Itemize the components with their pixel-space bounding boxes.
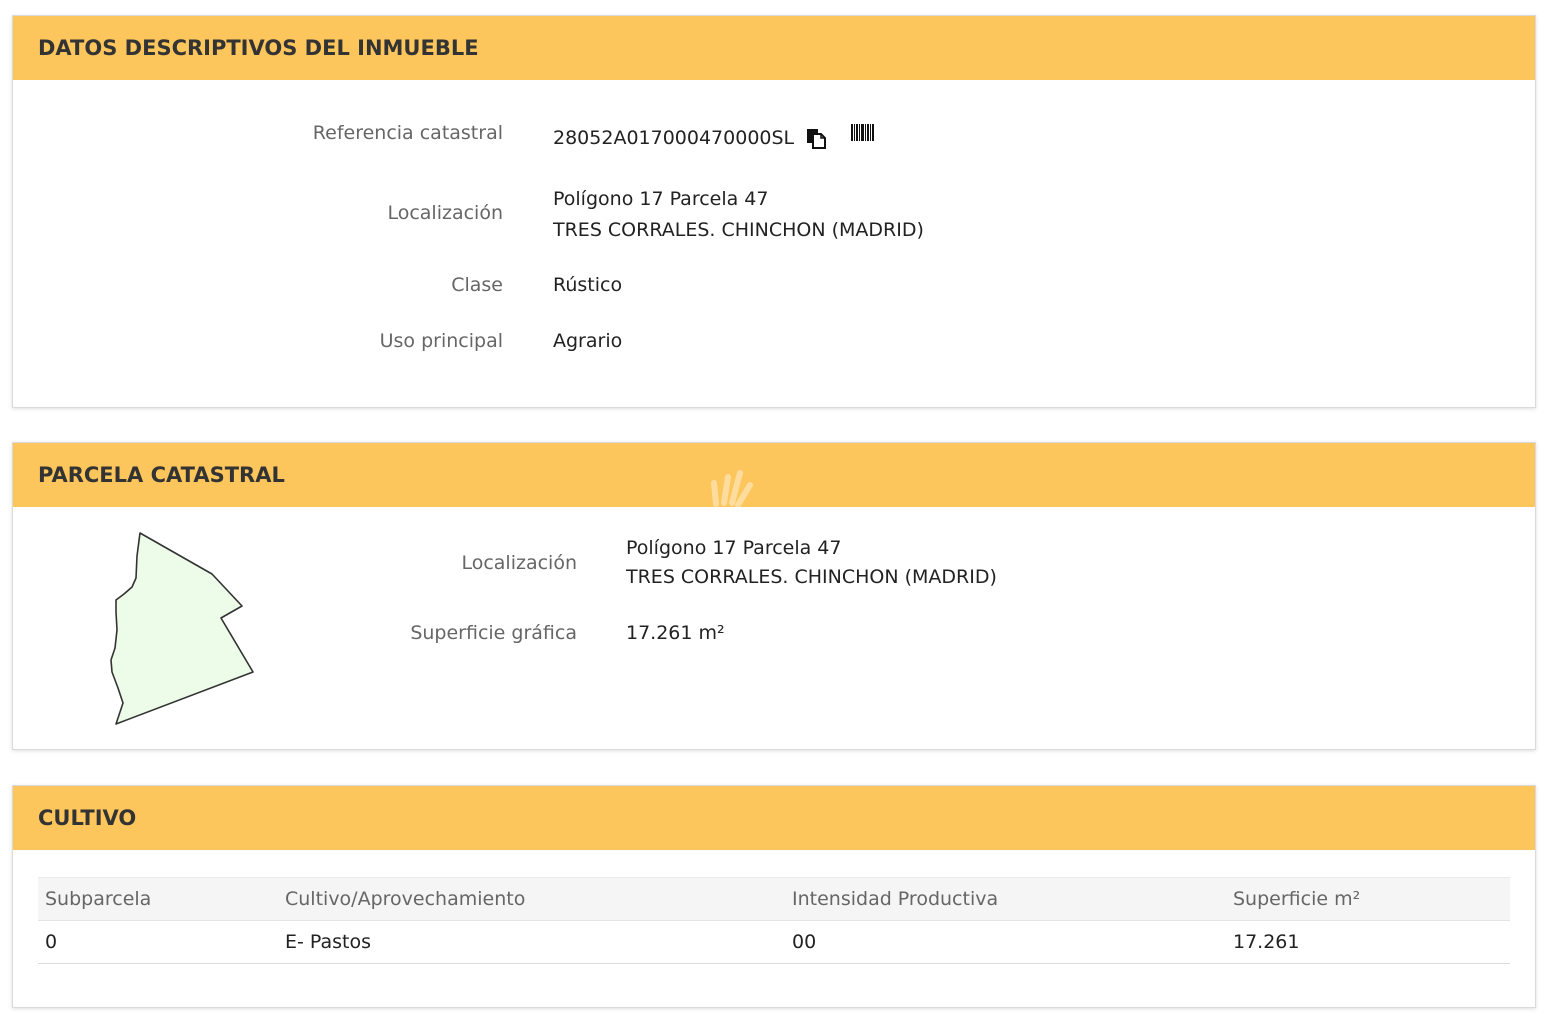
clase-label: Clase — [451, 274, 503, 296]
hand-watermark-icon — [706, 466, 754, 508]
parcela-localizacion-label: Localización — [461, 552, 577, 574]
barcode-icon[interactable] — [851, 124, 874, 141]
uso-principal-value: Agrario — [553, 330, 623, 352]
panel-parcela-catastral: PARCELA CATASTRAL Localización Polígono … — [12, 442, 1536, 750]
column-header-superficie: Superficie m² — [1226, 877, 1510, 921]
table-row: 0 E- Pastos 00 17.261 — [38, 920, 1510, 964]
localizacion-line-1: Polígono 17 Parcela 47 — [553, 188, 769, 210]
parcela-localizacion-value: Polígono 17 Parcela 47 TRES CORRALES. CH… — [626, 534, 997, 592]
clase-value: Rústico — [553, 274, 623, 296]
referencia-catastral-label: Referencia catastral — [312, 122, 503, 144]
parcela-localizacion-line-1: Polígono 17 Parcela 47 — [626, 537, 842, 559]
column-header-subparcela: Subparcela — [38, 877, 278, 921]
superficie-grafica-value: 17.261 m² — [626, 622, 725, 644]
cultivo-table: Subparcela Cultivo/Aprovechamiento Inten… — [38, 877, 1510, 964]
panel-datos-descriptivos: DATOS DESCRIPTIVOS DEL INMUEBLE Referenc… — [12, 15, 1536, 408]
panel-header: PARCELA CATASTRAL — [13, 443, 1535, 508]
cell-superficie: 17.261 — [1226, 920, 1510, 964]
uso-principal-label: Uso principal — [379, 330, 503, 352]
cell-cultivo: E- Pastos — [278, 920, 785, 964]
parcela-localizacion-line-2: TRES CORRALES. CHINCHON (MADRID) — [626, 566, 997, 588]
panel-cultivo: CULTIVO Subparcela Cultivo/Aprovechamien… — [12, 785, 1536, 1008]
localizacion-value: Polígono 17 Parcela 47 TRES CORRALES. CH… — [553, 184, 924, 246]
panel-header: CULTIVO — [13, 786, 1535, 850]
panel-header: DATOS DESCRIPTIVOS DEL INMUEBLE — [13, 16, 1535, 80]
referencia-catastral-value: 28052A017000470000SL — [553, 127, 795, 149]
panel-title: DATOS DESCRIPTIVOS DEL INMUEBLE — [38, 36, 479, 60]
copy-icon[interactable] — [806, 128, 826, 149]
cell-subparcela: 0 — [38, 920, 278, 964]
column-header-cultivo: Cultivo/Aprovechamiento — [278, 877, 785, 921]
localizacion-label: Localización — [387, 202, 503, 224]
table-header-row: Subparcela Cultivo/Aprovechamiento Inten… — [38, 877, 1510, 921]
column-header-intensidad: Intensidad Productiva — [785, 877, 1226, 921]
panel-title: PARCELA CATASTRAL — [38, 463, 285, 487]
superficie-grafica-label: Superficie gráfica — [410, 622, 577, 644]
cell-intensidad: 00 — [785, 920, 1226, 964]
panel-title: CULTIVO — [38, 806, 137, 830]
localizacion-line-2: TRES CORRALES. CHINCHON (MADRID) — [553, 219, 924, 241]
